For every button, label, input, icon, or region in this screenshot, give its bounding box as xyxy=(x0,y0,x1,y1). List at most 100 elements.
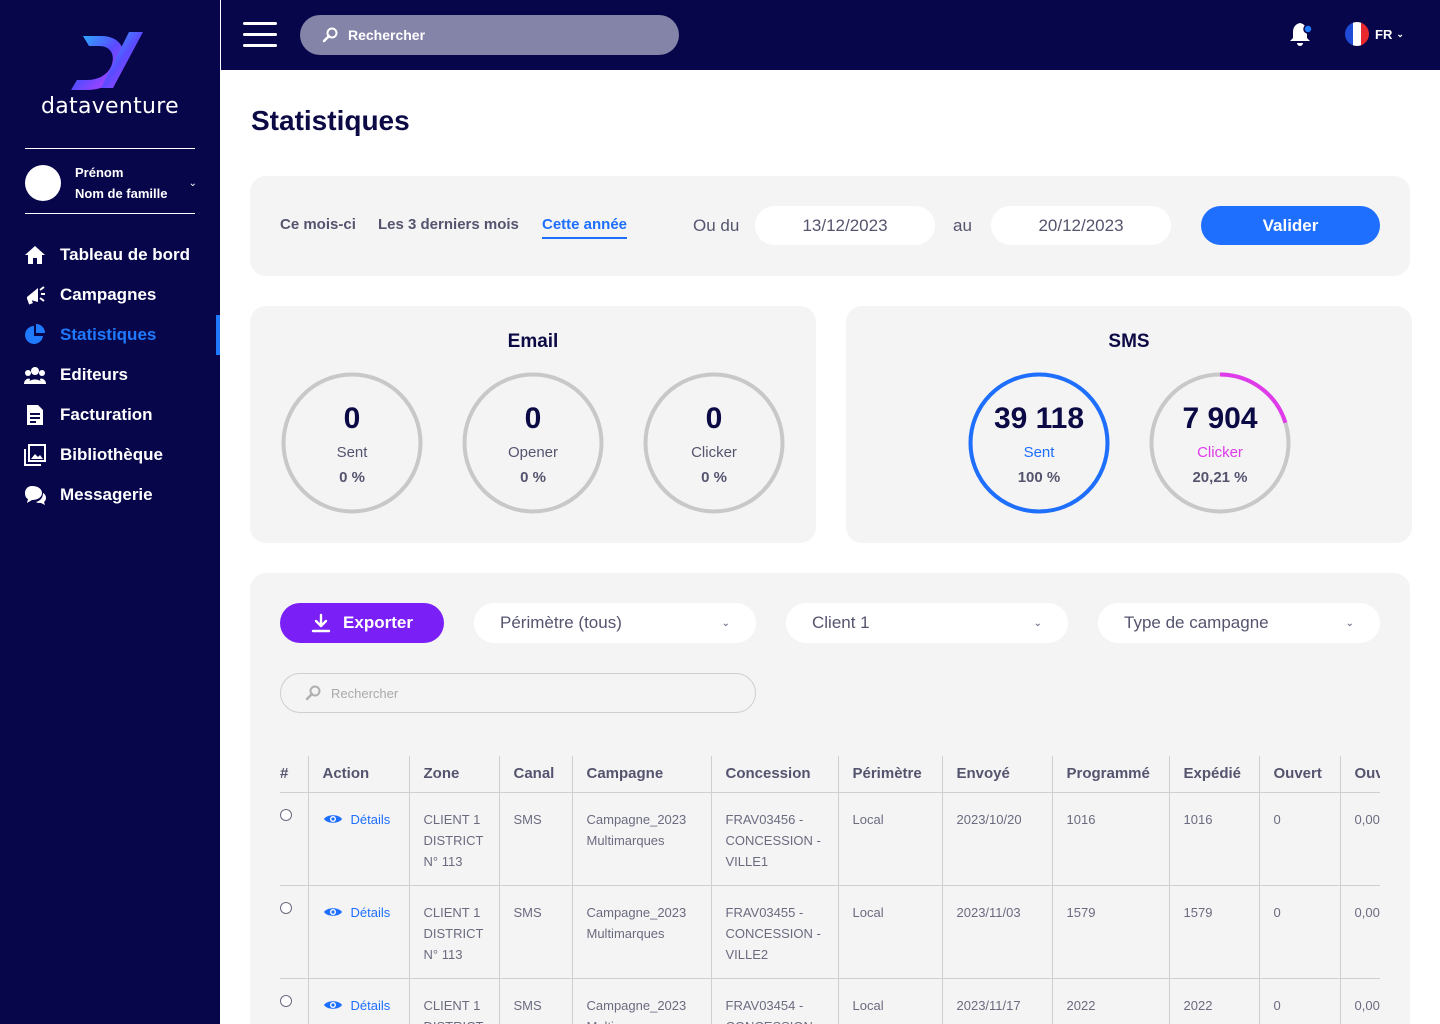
chat-icon xyxy=(24,484,46,506)
campaign-type-select-value: Type de campagne xyxy=(1124,613,1269,632)
details-link[interactable]: Détails xyxy=(323,809,395,830)
sidebar-item-editors[interactable]: Editeurs xyxy=(0,355,220,395)
sms-stats-card: SMS 39 118 Sent 100 % 7 904 Clicker 20,2… xyxy=(846,306,1412,543)
sidebar-item-statistics[interactable]: Statistiques xyxy=(0,315,220,355)
logo-text: dataventure xyxy=(40,94,180,119)
ouvert-pct-cell: 0,00 xyxy=(1339,792,1380,886)
gauge-label: Clicker xyxy=(691,444,737,461)
details-link[interactable]: Détails xyxy=(323,995,395,1016)
period-this-month[interactable]: Ce mois-ci xyxy=(280,216,356,233)
gauge-value: 0 xyxy=(524,402,542,435)
expedie-cell: 2022 xyxy=(1168,978,1259,1024)
ouvert-pct-cell: 0,00 xyxy=(1339,885,1380,979)
sms-sent-gauge: 39 118 Sent 100 % xyxy=(968,372,1110,514)
zone-cell: CLIENT 1 DISTRICT N° 113 xyxy=(408,885,499,979)
expedie-cell: 1579 xyxy=(1168,885,1259,979)
details-label: Détails xyxy=(350,997,391,1013)
perimetre-select[interactable]: Périmètre (tous) ⌄ xyxy=(474,603,756,643)
row-select-radio[interactable] xyxy=(280,901,292,914)
row-select-cell xyxy=(280,885,308,979)
sidebar-divider xyxy=(25,148,195,149)
menu-toggle-button[interactable] xyxy=(243,22,277,48)
sidebar-item-label: Campagnes xyxy=(60,285,157,304)
client-select[interactable]: Client 1 ⌄ xyxy=(786,603,1068,643)
search-placeholder: Rechercher xyxy=(348,27,426,43)
details-label: Détails xyxy=(350,904,391,920)
logo[interactable]: dataventure xyxy=(0,28,220,119)
from-date-input[interactable]: 13/12/2023 xyxy=(755,206,935,245)
validate-button[interactable]: Valider xyxy=(1201,206,1380,245)
action-cell: Détails xyxy=(307,792,409,886)
row-select-radio[interactable] xyxy=(280,808,292,821)
canal-cell: SMS xyxy=(498,978,572,1024)
eye-icon xyxy=(323,1001,342,1009)
column-header[interactable]: Programmé xyxy=(1051,756,1169,793)
gauge-percent: 0 % xyxy=(701,469,727,486)
table-row: Détails CLIENT 1 DISTRICT N° 113 SMS Cam… xyxy=(280,978,1380,1024)
sidebar-item-library[interactable]: Bibliothèque xyxy=(0,435,220,475)
column-header[interactable]: Périmètre xyxy=(837,756,942,793)
email-sent-gauge: 0 Sent 0 % xyxy=(281,372,423,514)
sidebar-item-dashboard[interactable]: Tableau de bord xyxy=(0,235,220,275)
column-header[interactable]: Ouvert % xyxy=(1339,756,1380,793)
sms-clicker-gauge: 7 904 Clicker 20,21 % xyxy=(1149,372,1291,514)
chevron-down-icon: ⌄ xyxy=(1396,28,1404,39)
sidebar-item-billing[interactable]: Facturation xyxy=(0,395,220,435)
sidebar-item-campaigns[interactable]: Campagnes xyxy=(0,275,220,315)
home-icon xyxy=(24,244,46,266)
to-date-input[interactable]: 20/12/2023 xyxy=(991,206,1171,245)
chevron-down-icon: ⌄ xyxy=(1345,617,1354,629)
language-code: FR xyxy=(1375,26,1393,42)
details-link[interactable]: Détails xyxy=(323,902,395,923)
column-header[interactable]: Zone xyxy=(408,756,499,793)
zone-cell: CLIENT 1 DISTRICT N° 113 xyxy=(408,978,499,1024)
sidebar-item-label: Tableau de bord xyxy=(60,245,191,264)
image-library-icon xyxy=(24,444,46,466)
language-selector[interactable]: FR ⌄ xyxy=(1345,22,1404,46)
gauge-ring xyxy=(968,372,1110,514)
export-button[interactable]: Exporter xyxy=(280,603,444,643)
users-icon xyxy=(24,364,46,386)
canal-cell: SMS xyxy=(498,885,572,979)
column-header[interactable]: Expédié xyxy=(1168,756,1259,793)
user-menu[interactable]: Prénom Nom de famille ⌄ xyxy=(25,160,197,206)
gauge-label: Opener xyxy=(507,444,559,461)
table-search-input[interactable]: Rechercher xyxy=(280,673,756,713)
invoice-icon xyxy=(24,404,46,426)
perimetre-cell: Local xyxy=(837,792,942,886)
column-header[interactable]: Concession xyxy=(710,756,838,793)
notifications-button[interactable] xyxy=(1289,20,1315,53)
email-stats-title: Email xyxy=(507,331,559,352)
campaign-table-card: Exporter Périmètre (tous) ⌄ Client 1 ⌄ T… xyxy=(250,573,1410,1024)
row-select-radio[interactable] xyxy=(280,994,292,1007)
column-header[interactable]: # xyxy=(280,756,308,793)
programme-cell: 1016 xyxy=(1051,792,1169,886)
expedie-cell: 1016 xyxy=(1168,792,1259,886)
campaign-type-select[interactable]: Type de campagne ⌄ xyxy=(1098,603,1380,643)
gauge-ring xyxy=(1149,372,1291,514)
from-label: Ou du xyxy=(693,216,740,235)
sidebar-nav: Tableau de bord Campagnes Statistiques E… xyxy=(0,235,220,515)
gauge-value: 39 118 xyxy=(993,402,1085,435)
perimetre-select-value: Périmètre (tous) xyxy=(500,613,622,632)
period-this-year[interactable]: Cette année xyxy=(542,216,628,239)
gauge-percent: 0 % xyxy=(339,469,365,486)
sidebar-item-messaging[interactable]: Messagerie xyxy=(0,475,220,515)
envoye-cell: 2023/11/17 xyxy=(941,978,1052,1024)
column-header[interactable]: Canal xyxy=(498,756,572,793)
period-last-3-months[interactable]: Les 3 derniers mois xyxy=(378,216,519,233)
ouvert-cell: 0 xyxy=(1258,978,1340,1024)
logo-icon xyxy=(71,32,143,90)
column-header[interactable]: Envoyé xyxy=(941,756,1052,793)
column-header[interactable]: Ouvert xyxy=(1258,756,1340,793)
concession-cell: FRAV03456 - CONCESSION - VILLE1 xyxy=(710,792,838,886)
global-search-input[interactable]: Rechercher xyxy=(300,15,679,55)
column-header[interactable]: Action xyxy=(307,756,409,793)
gauge-ring xyxy=(643,372,785,514)
sidebar-item-label: Bibliothèque xyxy=(60,445,163,464)
column-header[interactable]: Campagne xyxy=(571,756,711,793)
sidebar-item-label: Statistiques xyxy=(60,325,157,344)
gauge-track xyxy=(643,372,785,514)
programme-cell: 1579 xyxy=(1051,885,1169,979)
perimetre-cell: Local xyxy=(837,978,942,1024)
